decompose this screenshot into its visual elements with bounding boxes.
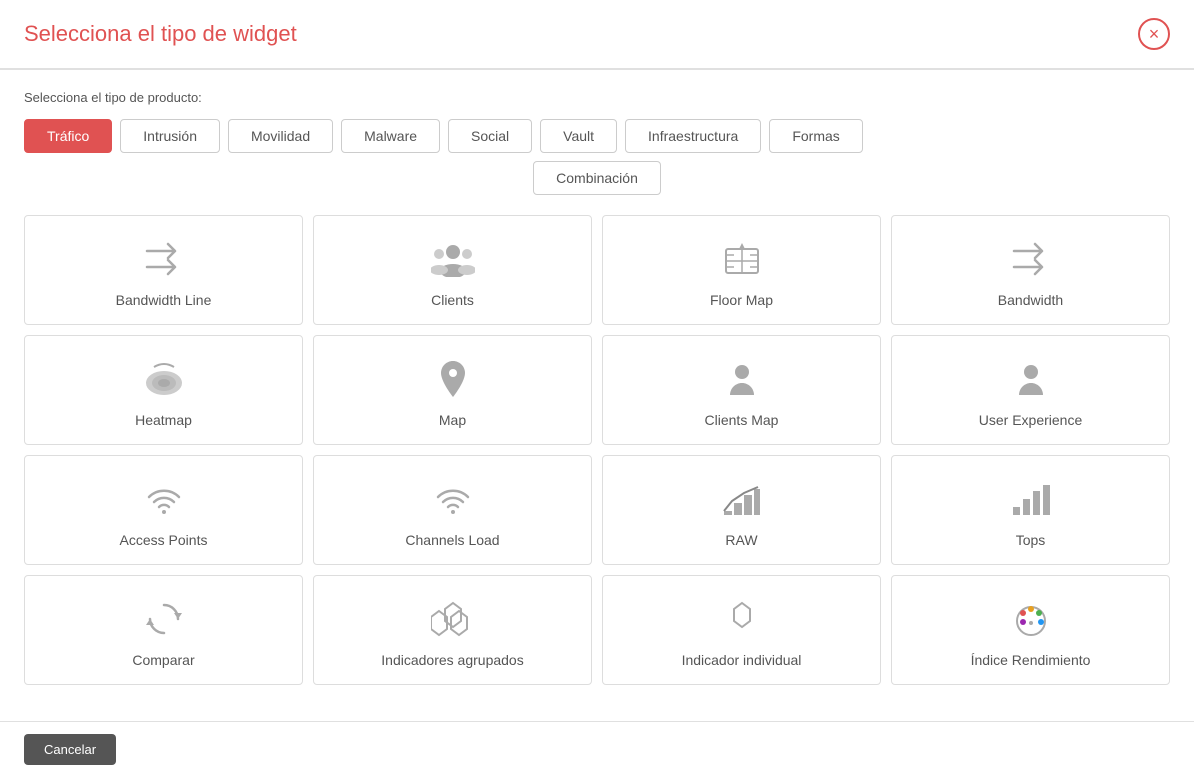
raw-icon [720,476,764,522]
widget-label-clients-map: Clients Map [705,412,779,428]
widget-card-channels-load[interactable]: Channels Load [313,455,592,565]
compare-icon [146,596,182,642]
tabs-row: TráficoIntrusiónMovilidadMalwareSocialVa… [24,119,1170,153]
widget-label-access-points: Access Points [120,532,208,548]
widget-label-bandwidth: Bandwidth [998,292,1063,308]
widget-label-tops: Tops [1016,532,1046,548]
widget-label-user-experience: User Experience [979,412,1083,428]
widget-card-bandwidth[interactable]: Bandwidth [891,215,1170,325]
widget-label-clients: Clients [431,292,474,308]
tab-trafico[interactable]: Tráfico [24,119,112,153]
widget-label-indice-rendimiento: Índice Rendimiento [971,652,1091,668]
widget-label-floor-map: Floor Map [710,292,773,308]
individual-icon [722,596,762,642]
modal-footer: Cancelar [0,721,1194,777]
widget-card-access-points[interactable]: Access Points [24,455,303,565]
widget-label-bandwidth-line: Bandwidth Line [116,292,212,308]
heatmap-icon [142,356,186,402]
wifi-icon [433,476,473,522]
widget-label-indicador-individual: Indicador individual [682,652,802,668]
wifi-icon [144,476,184,522]
tab-combinacion[interactable]: Combinación [533,161,661,195]
userexp-icon [1013,356,1049,402]
floormap-icon [722,236,762,282]
modal-body: Selecciona el tipo de producto: TráficoI… [0,70,1194,721]
widget-card-indice-rendimiento[interactable]: Índice Rendimiento [891,575,1170,685]
widget-grid: Bandwidth Line Clients Floor Map Bandwid… [24,215,1170,685]
widget-label-comparar: Comparar [132,652,194,668]
widget-card-comparar[interactable]: Comparar [24,575,303,685]
tops-icon [1009,476,1053,522]
product-type-label: Selecciona el tipo de producto: [24,90,1170,105]
widget-card-heatmap[interactable]: Heatmap [24,335,303,445]
cancel-button[interactable]: Cancelar [24,734,116,765]
widget-card-clients[interactable]: Clients [313,215,592,325]
map-icon [435,356,471,402]
widget-card-bandwidth-line[interactable]: Bandwidth Line [24,215,303,325]
rendimiento-icon [1009,596,1053,642]
widget-card-map[interactable]: Map [313,335,592,445]
widget-card-floor-map[interactable]: Floor Map [602,215,881,325]
grouped-icon [431,596,475,642]
widget-card-raw[interactable]: RAW [602,455,881,565]
widget-label-raw: RAW [725,532,757,548]
modal: Selecciona el tipo de widget × Seleccion… [0,0,1194,777]
widget-label-heatmap: Heatmap [135,412,192,428]
tab-malware[interactable]: Malware [341,119,440,153]
clients-icon [431,236,475,282]
tabs-row-2: Combinación [24,161,1170,195]
widget-card-tops[interactable]: Tops [891,455,1170,565]
tab-formas[interactable]: Formas [769,119,862,153]
tab-vault[interactable]: Vault [540,119,617,153]
tab-social[interactable]: Social [448,119,532,153]
widget-card-indicadores-agrupados[interactable]: Indicadores agrupados [313,575,592,685]
tab-movilidad[interactable]: Movilidad [228,119,333,153]
shuffle-icon [1011,236,1051,282]
tab-infraestructura[interactable]: Infraestructura [625,119,761,153]
widget-card-user-experience[interactable]: User Experience [891,335,1170,445]
close-button[interactable]: × [1138,18,1170,50]
widget-label-map: Map [439,412,466,428]
shuffle-icon [144,236,184,282]
widget-card-clients-map[interactable]: Clients Map [602,335,881,445]
clientsmap-icon [720,356,764,402]
tab-intrusion[interactable]: Intrusión [120,119,220,153]
modal-title: Selecciona el tipo de widget [24,21,297,47]
widget-label-indicadores-agrupados: Indicadores agrupados [381,652,523,668]
widget-label-channels-load: Channels Load [405,532,499,548]
widget-card-indicador-individual[interactable]: Indicador individual [602,575,881,685]
modal-header: Selecciona el tipo de widget × [0,0,1194,70]
